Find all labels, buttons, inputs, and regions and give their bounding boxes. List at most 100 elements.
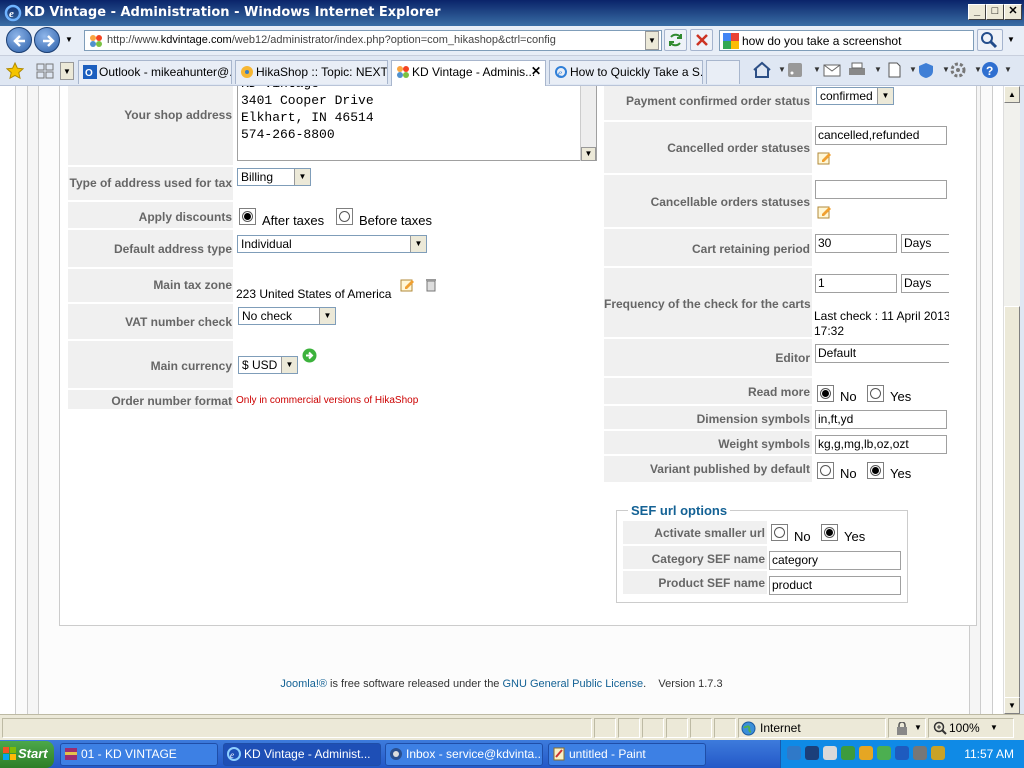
cancellable-statuses-field[interactable] — [815, 180, 947, 199]
tray-app-icon[interactable] — [931, 746, 945, 760]
chevron-down-icon: ▼ — [410, 236, 426, 252]
zoom-icon — [933, 721, 947, 735]
editor-select[interactable]: Default — [815, 344, 949, 363]
category-sef-name-field[interactable]: category — [769, 551, 901, 570]
product-sef-name-field[interactable]: product — [769, 576, 901, 595]
scroll-down-button[interactable]: ▼ — [1004, 697, 1020, 714]
safety-icon[interactable] — [916, 61, 936, 79]
system-tray: 11:57 AM — [780, 740, 1024, 768]
edit-icon[interactable] — [816, 150, 832, 166]
tray-app-icon[interactable] — [895, 746, 909, 760]
shop-address-label: Your shop address — [124, 108, 232, 122]
variant-published-yes-radio[interactable] — [867, 462, 884, 479]
cart-retaining-period-field[interactable]: 30 — [815, 234, 897, 253]
page-icon[interactable] — [884, 61, 904, 79]
variant-published-no-radio[interactable] — [817, 462, 834, 479]
gpl-link[interactable]: GNU General Public License — [502, 678, 643, 690]
feeds-icon[interactable] — [785, 61, 805, 79]
start-button[interactable]: Start — [0, 741, 54, 768]
quick-tabs-icon[interactable] — [36, 63, 54, 79]
main-currency-select[interactable]: $ USD ▼ — [238, 356, 298, 374]
trash-icon[interactable] — [423, 277, 439, 293]
tax-address-type-select[interactable]: Billing ▼ — [237, 168, 311, 186]
scroll-thumb[interactable] — [1004, 306, 1020, 701]
taskbar-item-kd-vintage-folder[interactable]: 01 - KD VINTAGE — [60, 743, 218, 766]
favorites-star-icon[interactable] — [6, 62, 24, 80]
tab-close-icon[interactable]: ✕ — [531, 64, 541, 78]
tab-label: How to Quickly Take a S... — [570, 65, 703, 79]
weight-symbols-field[interactable]: kg,g,mg,lb,oz,ozt — [815, 435, 947, 454]
tab-kd-vintage[interactable]: KD Vintage - Adminis... ✕ — [391, 60, 546, 86]
winrar-icon — [65, 748, 77, 760]
shop-address-textarea[interactable] — [237, 86, 597, 161]
tab-list-dropdown[interactable]: ▼ — [60, 62, 74, 80]
new-tab-button[interactable] — [706, 60, 740, 84]
zoom-dropdown[interactable]: ▼ — [990, 723, 998, 732]
help-dropdown[interactable]: ▼ — [998, 65, 1018, 83]
address-field[interactable]: http://www.kdvintage.com/web12/administr… — [84, 30, 662, 51]
taskbar-item-thunderbird[interactable]: Inbox - service@kdvinta... — [385, 743, 543, 766]
antivirus-icon[interactable] — [805, 746, 819, 760]
taskbar-item-paint[interactable]: untitled - Paint — [548, 743, 706, 766]
tray-app-icon[interactable] — [859, 746, 873, 760]
home-icon[interactable] — [752, 61, 772, 79]
before-taxes-label: Before taxes — [359, 213, 432, 228]
before-taxes-radio[interactable] — [336, 208, 353, 225]
edit-icon[interactable] — [816, 204, 832, 220]
textarea-scrollbar[interactable]: ▼ — [580, 86, 596, 161]
search-field[interactable]: how do you take a screenshot — [719, 30, 974, 51]
network-icon[interactable] — [787, 746, 801, 760]
tools-gear-icon[interactable] — [948, 61, 968, 79]
dimension-symbols-field[interactable]: in,ft,yd — [815, 410, 947, 429]
after-taxes-radio[interactable] — [239, 208, 256, 225]
smaller-url-no-label: No — [794, 529, 811, 544]
currency-update-icon[interactable] — [302, 348, 317, 363]
cart-retaining-unit-select[interactable]: Days — [901, 234, 949, 253]
history-dropdown[interactable]: ▼ — [62, 31, 76, 50]
back-button[interactable] — [6, 27, 32, 53]
close-button[interactable]: ✕ — [1004, 4, 1022, 20]
edit-icon[interactable] — [399, 277, 415, 293]
taskbar-item-ie[interactable]: e KD Vintage - Administ... — [223, 743, 381, 766]
address-dropdown[interactable]: ▼ — [645, 31, 659, 50]
smaller-url-yes-radio[interactable] — [821, 524, 838, 541]
mail-icon[interactable] — [822, 61, 842, 79]
safely-remove-icon[interactable] — [841, 746, 855, 760]
smaller-url-no-radio[interactable] — [771, 524, 788, 541]
vat-check-select[interactable]: No check ▼ — [238, 307, 336, 325]
editor-label: Editor — [775, 351, 810, 365]
scroll-up-button[interactable]: ▲ — [1004, 86, 1020, 103]
volume-icon[interactable] — [823, 746, 837, 760]
chevron-down-icon: ▼ — [319, 308, 335, 324]
refresh-button[interactable] — [664, 29, 687, 51]
default-address-type-select[interactable]: Individual ▼ — [237, 235, 427, 253]
tab-hikashop[interactable]: HikaShop :: Topic: NEXT... — [235, 60, 388, 84]
tab-outlook[interactable]: O Outlook - mikeahunter@... — [78, 60, 232, 84]
help-icon[interactable]: ? — [980, 61, 1000, 79]
payment-confirmed-select[interactable]: confirmed ▼ — [816, 87, 894, 105]
joomla-link[interactable]: Joomla!® — [280, 678, 327, 690]
cancelled-statuses-field[interactable]: cancelled,refunded — [815, 126, 947, 145]
search-button[interactable] — [977, 29, 1003, 51]
read-more-no-radio[interactable] — [817, 385, 834, 402]
tab-screenshot-howto[interactable]: e How to Quickly Take a S... — [549, 60, 703, 84]
page-scrollbar[interactable]: ▲ ▼ — [1003, 86, 1020, 714]
taskbar-item-label: untitled - Paint — [569, 747, 646, 761]
maximize-button[interactable]: □ — [986, 4, 1004, 20]
forward-button[interactable] — [34, 27, 60, 53]
windows-logo-icon — [3, 747, 16, 760]
printer-icon[interactable] — [847, 61, 867, 79]
read-more-yes-radio[interactable] — [867, 385, 884, 402]
minimize-button[interactable]: _ — [968, 4, 986, 20]
ie-icon: e — [227, 747, 241, 761]
page-content: Your shop address ▼ Type of address used… — [0, 86, 1003, 714]
cart-check-frequency-unit-select[interactable]: Days — [901, 274, 949, 293]
cart-check-frequency-field[interactable]: 1 — [815, 274, 897, 293]
select-value: Individual — [241, 237, 292, 251]
tray-app-icon[interactable] — [913, 746, 927, 760]
tray-app-icon[interactable] — [877, 746, 891, 760]
svg-text:e: e — [230, 750, 234, 760]
stop-button[interactable] — [690, 29, 713, 51]
search-options-dropdown[interactable]: ▼ — [1004, 31, 1018, 50]
protected-mode-dropdown[interactable]: ▼ — [914, 723, 922, 732]
